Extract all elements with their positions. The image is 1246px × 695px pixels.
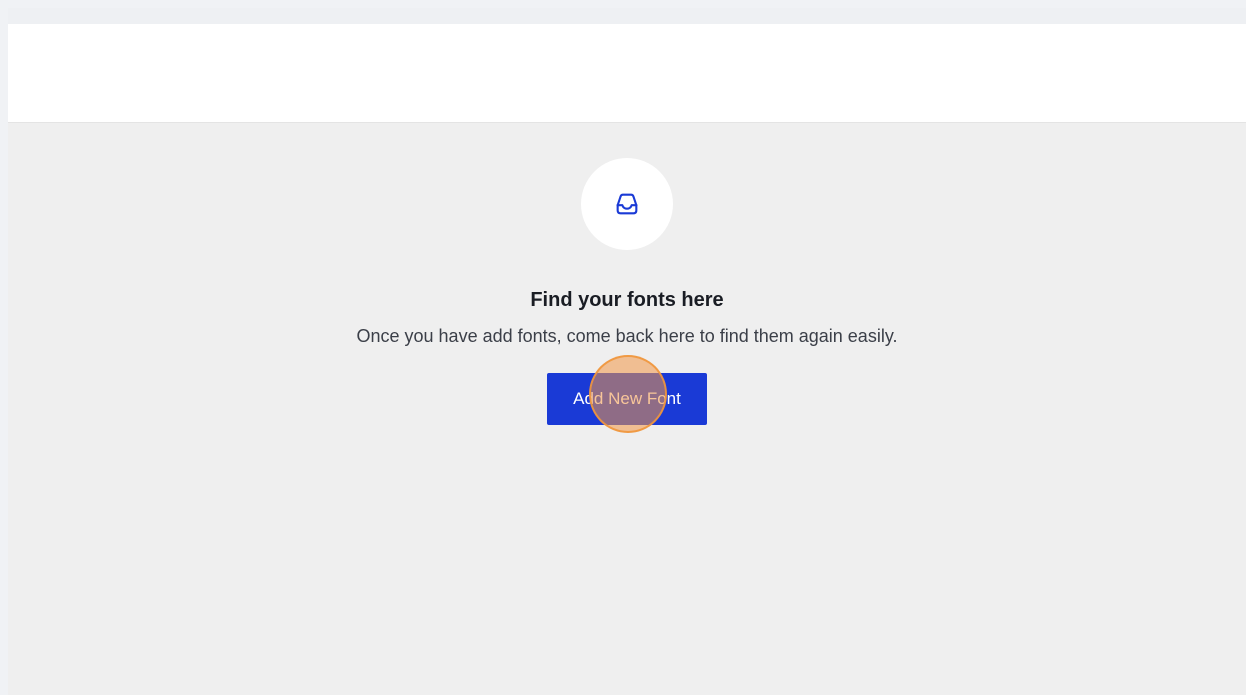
- empty-state-icon-circle: [581, 158, 673, 250]
- header-bar: [8, 24, 1246, 123]
- add-font-button-wrap: Add New Font: [547, 355, 707, 433]
- inbox-tray-icon: [616, 193, 638, 215]
- app-frame: Find your fonts here Once you have add f…: [8, 8, 1246, 695]
- empty-state-title: Find your fonts here: [530, 289, 724, 311]
- empty-state: Find your fonts here Once you have add f…: [8, 158, 1246, 433]
- top-strip: [8, 8, 1246, 24]
- empty-state-description: Once you have add fonts, come back here …: [356, 326, 898, 346]
- add-new-font-button[interactable]: Add New Font: [547, 373, 707, 425]
